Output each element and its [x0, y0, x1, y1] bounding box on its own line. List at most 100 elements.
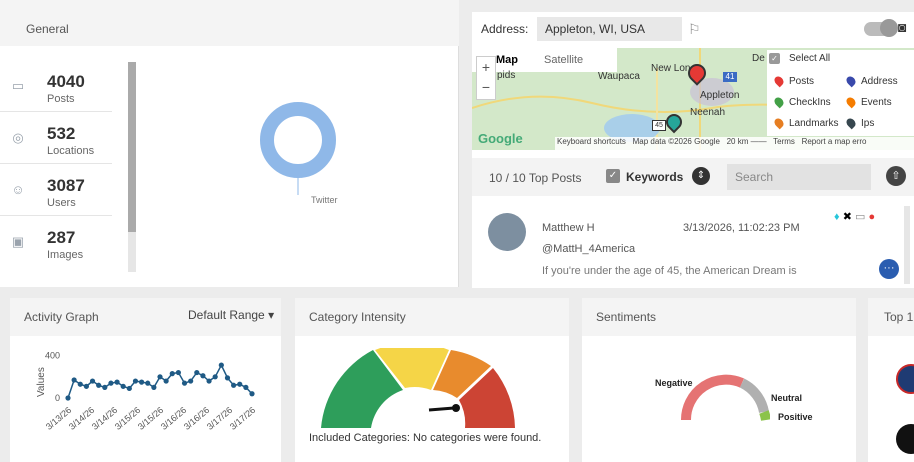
data-point[interactable] — [237, 381, 243, 387]
map-place-label: pids — [497, 70, 516, 81]
report-link[interactable]: Report a map erro — [802, 137, 867, 146]
posts-scrollbar[interactable] — [904, 206, 910, 284]
y-tick-label: 0 — [55, 393, 60, 403]
data-point[interactable] — [114, 379, 120, 385]
stats-scroll-thumb[interactable] — [128, 62, 136, 232]
map-scale: 20 km — [726, 137, 749, 146]
top-account-avatar[interactable] — [896, 424, 914, 454]
data-point[interactable] — [89, 378, 96, 384]
stat-value: 4040 — [47, 72, 85, 91]
data-point[interactable] — [145, 380, 151, 386]
data-point[interactable] — [169, 371, 175, 377]
activity-title: Activity Graph — [24, 310, 99, 324]
data-point[interactable] — [65, 395, 71, 401]
terms-link[interactable]: Terms — [773, 137, 795, 146]
range-dropdown[interactable]: Default Range ▾ — [188, 308, 274, 322]
data-point[interactable] — [157, 374, 163, 380]
keywords-checkbox[interactable]: ✓ — [606, 169, 620, 183]
address-label: Address: — [481, 22, 529, 36]
data-point[interactable] — [231, 382, 237, 388]
intensity-gauge — [321, 348, 515, 428]
avatar[interactable] — [488, 213, 526, 251]
stat-label: Images — [47, 249, 84, 261]
sentiments-header: Sentiments — [582, 298, 856, 336]
donut-ring[interactable] — [260, 102, 336, 178]
data-point[interactable] — [224, 375, 231, 381]
stat-posts[interactable]: ▭ 4040 Posts — [0, 62, 112, 112]
sort-icon[interactable]: ⇕ — [692, 167, 710, 185]
data-point[interactable] — [212, 374, 218, 380]
post-time: 3/13/2026, 11:02:23 PM — [683, 222, 800, 234]
negative-arc[interactable] — [680, 374, 744, 421]
post-author[interactable]: Matthew H — [542, 222, 595, 234]
data-point[interactable] — [102, 384, 108, 390]
data-point[interactable] — [139, 379, 145, 385]
keyboard-shortcuts-link[interactable]: Keyboard shortcuts — [557, 137, 626, 146]
data-point[interactable] — [120, 383, 126, 389]
address-input[interactable]: Appleton, WI, USA — [537, 17, 682, 41]
toggle-knob[interactable] — [880, 19, 898, 37]
x-logo-icon[interactable]: ✖ — [843, 211, 852, 223]
chart-axes: Values 0 400 — [36, 351, 60, 403]
legend-label[interactable]: Ips — [861, 118, 874, 129]
activity-line-chart: Values 0 400 3/13/263/14/263/14/263/15/263… — [36, 351, 257, 432]
y-axis-label: Values — [36, 367, 47, 397]
range-value: Default Range — [188, 308, 265, 322]
map-place-label: Neenah — [690, 107, 726, 118]
keywords-label[interactable]: Keywords — [626, 170, 683, 184]
more-icon[interactable]: ··· — [879, 259, 899, 279]
neutral-arc[interactable] — [739, 378, 769, 414]
events-pin-icon — [844, 95, 858, 109]
checkins-pin-icon — [772, 95, 786, 109]
sentiment-label: Positive — [778, 412, 813, 422]
stat-locations[interactable]: ◎ 532 Locations — [0, 114, 112, 164]
stat-images[interactable]: ▣ 287 Images — [0, 218, 112, 268]
top-account-avatar[interactable] — [896, 364, 914, 394]
gauge-needle — [428, 406, 455, 412]
data-point[interactable] — [188, 378, 194, 384]
data-point[interactable] — [71, 377, 77, 383]
data-point[interactable] — [96, 382, 102, 388]
series-line — [67, 363, 253, 399]
data-point[interactable] — [181, 380, 188, 386]
data-point[interactable] — [175, 369, 181, 376]
data-point[interactable] — [126, 385, 132, 392]
data-point[interactable] — [206, 378, 212, 384]
post-handle[interactable]: @MattH_4America — [542, 243, 635, 255]
data-point[interactable] — [218, 362, 224, 368]
data-point[interactable] — [77, 381, 83, 387]
data-point[interactable] — [132, 378, 139, 384]
source-donut-chart — [260, 102, 336, 195]
tab-map[interactable]: Map — [496, 54, 518, 66]
data-point[interactable] — [200, 373, 206, 379]
top-title: Top 1 — [884, 310, 914, 324]
legend-label[interactable]: Landmarks — [789, 118, 838, 129]
data-point[interactable] — [194, 369, 200, 376]
select-all-checkbox[interactable]: ✓ — [769, 53, 780, 64]
tab-satellite[interactable]: Satellite — [544, 54, 583, 66]
flag-icon[interactable]: ⚐ — [688, 21, 704, 37]
data-point[interactable] — [151, 384, 157, 390]
location-pin-icon[interactable]: ♦ — [834, 211, 840, 223]
zoom-control[interactable]: + − — [476, 56, 496, 100]
select-all-label[interactable]: Select All — [789, 53, 830, 64]
general-header: General — [0, 0, 459, 46]
data-point[interactable] — [108, 380, 114, 386]
data-point[interactable] — [243, 384, 249, 390]
data-point[interactable] — [83, 383, 89, 389]
legend-label[interactable]: CheckIns — [789, 97, 831, 108]
data-point[interactable] — [163, 378, 169, 384]
comment-icon[interactable]: ▭ — [855, 211, 865, 223]
donut-label: Twitter — [311, 195, 338, 205]
stat-users[interactable]: ☺ 3087 Users — [0, 166, 112, 216]
camera-icon[interactable]: ◙ — [898, 19, 914, 37]
stat-label: Posts — [47, 93, 75, 105]
export-icon[interactable]: ⇧ — [886, 166, 906, 186]
legend-label[interactable]: Events — [861, 97, 892, 108]
data-point[interactable] — [249, 391, 255, 397]
positive-arc[interactable] — [759, 410, 770, 421]
legend-label[interactable]: Posts — [789, 76, 814, 87]
legend-label[interactable]: Address — [861, 76, 898, 87]
map-place-label: Waupaca — [598, 71, 640, 82]
search-input[interactable]: Search — [727, 164, 871, 190]
